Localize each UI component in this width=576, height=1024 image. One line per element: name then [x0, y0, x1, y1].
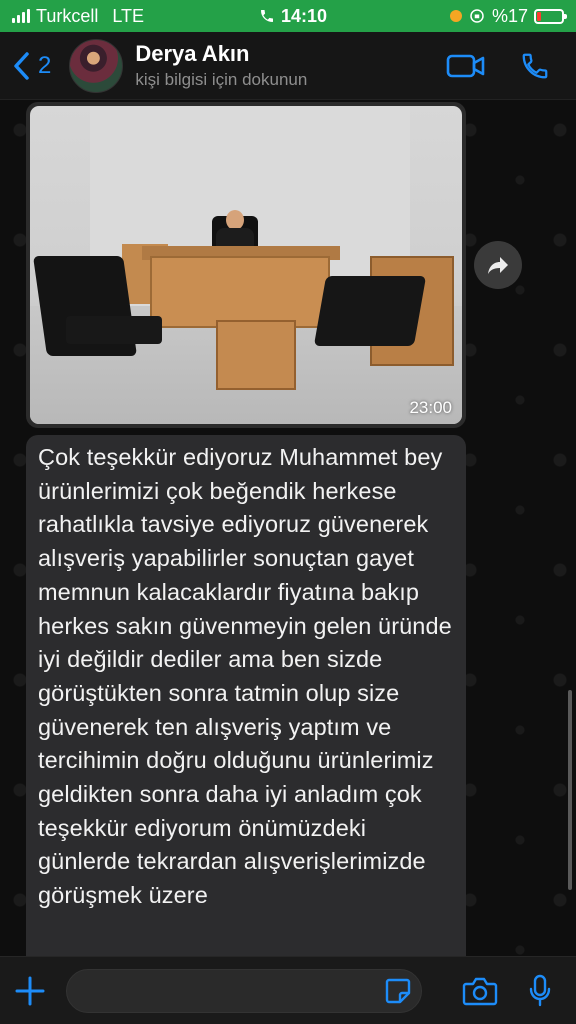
battery-fill — [537, 11, 542, 21]
phone-icon — [522, 53, 548, 78]
unread-count: 2 — [38, 51, 52, 79]
microphone-icon — [529, 974, 551, 1006]
photo-person-head — [226, 210, 244, 230]
status-center: 14:10 — [212, 6, 374, 27]
contact-subtitle: kişi bilgisi için dokunun — [135, 70, 308, 89]
status-right: %17 — [404, 5, 567, 27]
signal-bars-icon — [12, 9, 30, 23]
sticker-button[interactable] — [384, 977, 412, 1005]
photo-chair-left-seat — [66, 316, 162, 344]
orientation-lock-icon — [470, 9, 484, 23]
avatar[interactable] — [69, 38, 124, 93]
office-photo[interactable]: 23:00 — [30, 106, 462, 424]
photo-chair-right — [313, 276, 427, 346]
message-input[interactable] — [66, 968, 422, 1013]
camera-icon — [462, 977, 498, 1005]
carrier-name: Turkcell — [36, 5, 99, 26]
back-button[interactable]: 2 — [12, 51, 51, 81]
mic-indicator-icon — [449, 10, 462, 22]
voice-call-button[interactable] — [520, 51, 550, 81]
attach-button[interactable] — [14, 975, 46, 1007]
input-bar — [0, 956, 576, 1024]
forward-button[interactable] — [474, 241, 522, 289]
text-message[interactable]: Çok teşekkür ediyoruz Muhammet bey ürünl… — [26, 435, 466, 956]
image-message[interactable]: 23:00 — [26, 102, 466, 428]
photo-desk — [150, 256, 330, 328]
video-call-button[interactable] — [446, 53, 486, 79]
battery-icon — [534, 8, 567, 24]
status-bar: Turkcell LTE 14:10 %17 — [0, 0, 576, 32]
video-camera-icon — [446, 54, 485, 77]
battery-percent: %17 — [491, 5, 528, 26]
camera-button[interactable] — [462, 976, 498, 1006]
input-actions — [462, 974, 562, 1008]
chat-area[interactable]: 23:00 Çok teşekkür ediyoruz Muhammet bey… — [0, 100, 576, 956]
image-timestamp: 23:00 — [409, 398, 452, 417]
chat-header: 2 Derya Akın kişi bilgisi için dokunun — [0, 32, 576, 100]
scroll-indicator[interactable] — [568, 690, 572, 890]
voice-message-button[interactable] — [528, 974, 552, 1008]
contact-info[interactable]: Derya Akın kişi bilgisi için dokunun — [135, 41, 307, 90]
photo-coffee-table — [216, 320, 296, 390]
status-left: Turkcell LTE — [12, 6, 212, 27]
sticker-icon — [385, 978, 411, 1004]
phone-active-icon — [260, 10, 273, 22]
plus-icon — [15, 976, 45, 1005]
header-actions — [446, 51, 564, 81]
forward-arrow-icon — [488, 257, 508, 274]
network-type: LTE — [112, 5, 145, 26]
message-text: Çok teşekkür ediyoruz Muhammet bey ürünl… — [38, 444, 452, 909]
contact-name: Derya Akın — [135, 41, 250, 66]
chevron-left-icon — [14, 51, 29, 80]
clock-time: 14:10 — [280, 5, 328, 26]
